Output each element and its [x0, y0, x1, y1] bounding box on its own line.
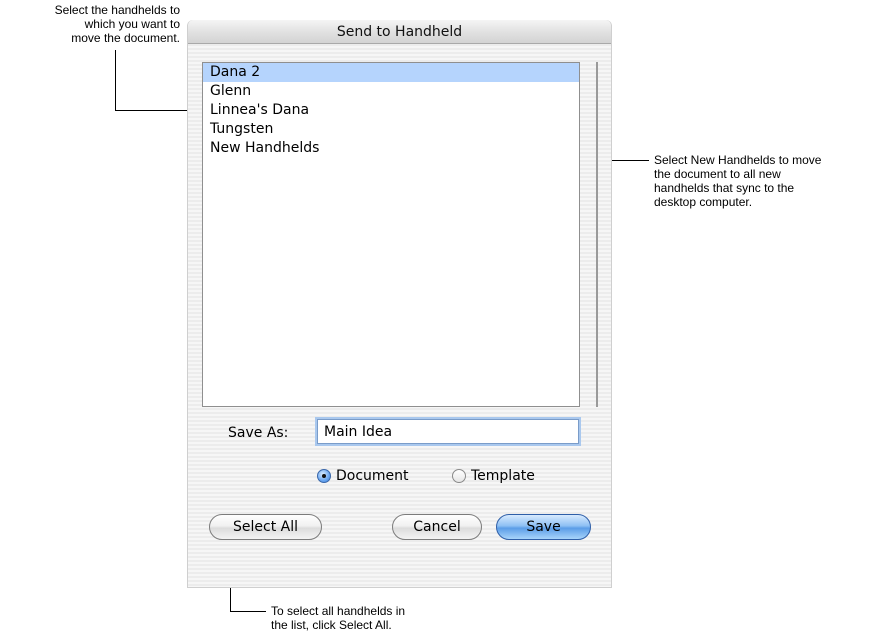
- leader-line: [115, 50, 116, 111]
- save-button[interactable]: Save: [496, 514, 591, 540]
- list-item[interactable]: Dana 2: [203, 63, 579, 82]
- radio-document[interactable]: Document: [317, 466, 409, 486]
- callout-line: Select the handhelds to: [54, 3, 180, 17]
- handheld-list[interactable]: Dana 2 Glenn Linnea's Dana Tungsten New …: [202, 62, 580, 407]
- screenshot-stage: Select the handhelds to which you want t…: [0, 0, 892, 641]
- callout-line: move the document.: [71, 31, 180, 45]
- select-all-button[interactable]: Select All: [209, 514, 322, 540]
- dialog-title: Send to Handheld: [336, 24, 463, 40]
- list-item[interactable]: Glenn: [203, 82, 579, 101]
- radio-template[interactable]: Template: [452, 466, 535, 486]
- list-scrollbar[interactable]: [596, 62, 598, 407]
- cancel-button[interactable]: Cancel: [392, 514, 482, 540]
- callout-line: the document to all new: [654, 167, 781, 181]
- callout-line: handhelds that sync to the: [654, 181, 795, 195]
- callout-select-handhelds: Select the handhelds to which you want t…: [4, 3, 180, 45]
- list-item[interactable]: New Handhelds: [203, 139, 579, 158]
- callout-select-all: To select all handhelds in the list, cli…: [271, 604, 491, 632]
- list-item[interactable]: Tungsten: [203, 120, 579, 139]
- callout-line: Select New Handhelds to move: [654, 153, 822, 167]
- radio-unselected-icon: [452, 469, 466, 483]
- callout-line: which you want to: [84, 17, 180, 31]
- radio-selected-icon: [317, 469, 331, 483]
- callout-new-handhelds: Select New Handhelds to move the documen…: [654, 153, 890, 209]
- callout-line: desktop computer.: [654, 195, 753, 209]
- save-as-field[interactable]: [317, 419, 579, 444]
- callout-line: To select all handhelds in: [271, 604, 406, 618]
- radio-document-label: Document: [336, 468, 409, 484]
- leader-line: [230, 611, 266, 612]
- list-item[interactable]: Linnea's Dana: [203, 101, 579, 120]
- radio-template-label: Template: [471, 468, 535, 484]
- send-to-handheld-dialog: Send to Handheld Dana 2 Glenn Linnea's D…: [187, 20, 612, 588]
- dialog-titlebar: Send to Handheld: [188, 20, 611, 44]
- callout-line: the list, click Select All.: [271, 618, 392, 632]
- save-as-label: Save As:: [228, 425, 289, 441]
